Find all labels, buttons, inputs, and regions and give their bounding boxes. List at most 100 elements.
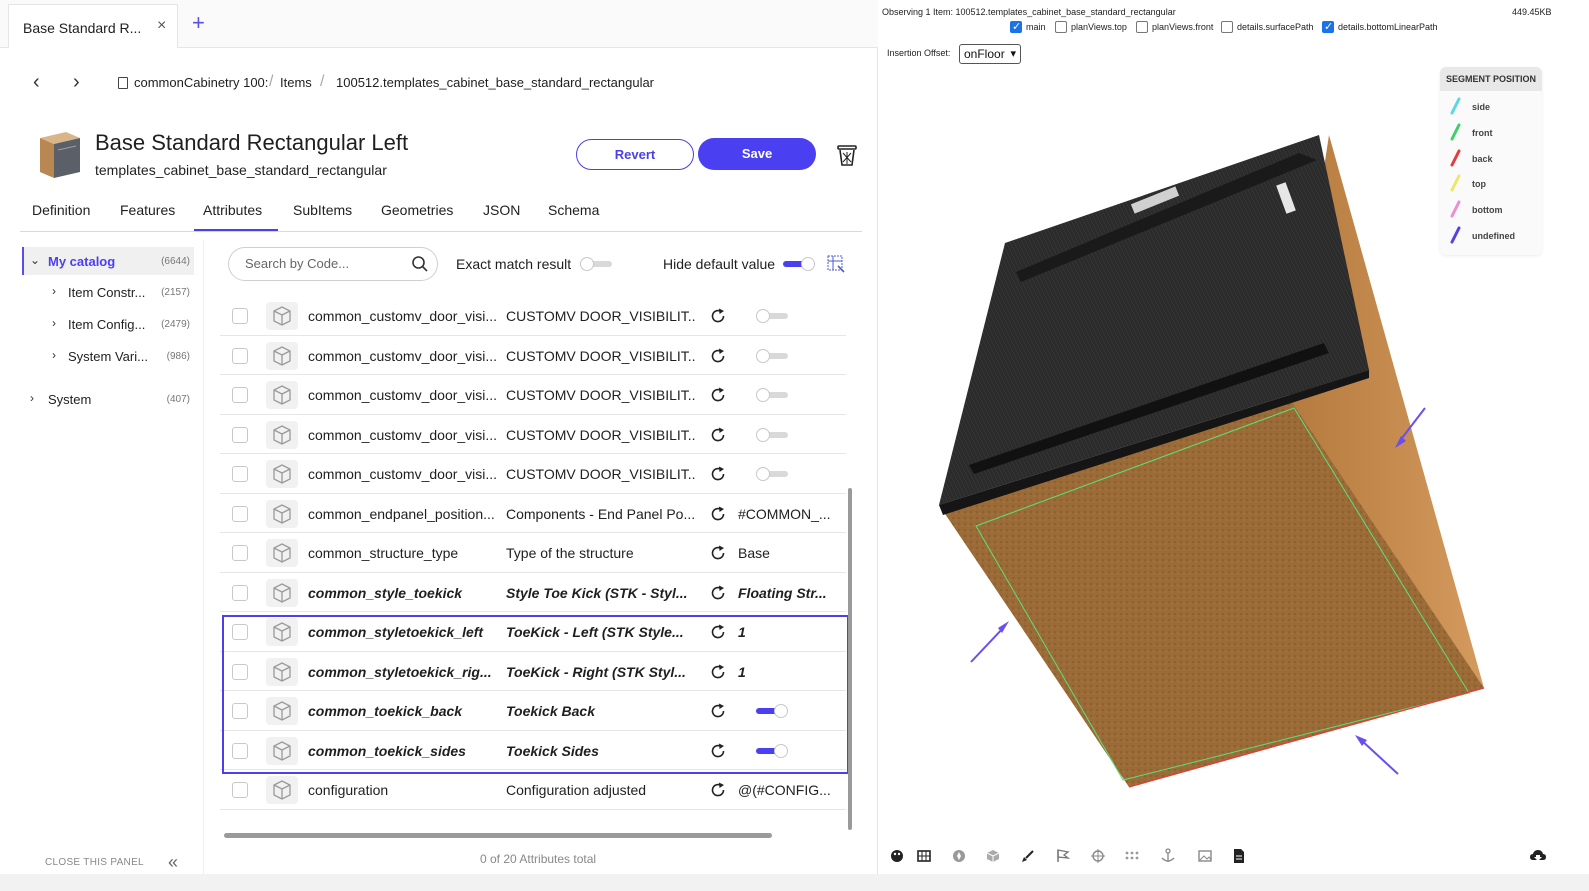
revert-button[interactable]: Revert [576,139,694,170]
chevron-right-icon[interactable]: › [30,391,34,405]
brush-icon[interactable] [1020,848,1036,864]
reset-icon[interactable] [708,662,728,682]
crosshair-icon[interactable] [1090,848,1106,864]
horizontal-scrollbar[interactable] [224,833,772,838]
table-row[interactable]: common_structure_type Type of the structu… [220,533,846,573]
exact-match-toggle[interactable] [580,257,612,271]
search-field[interactable] [228,247,438,281]
palette-icon[interactable] [889,848,905,864]
row-checkbox[interactable] [232,308,248,324]
forward-arrow-icon[interactable]: › [73,71,80,94]
document-tab[interactable]: Base Standard R... × [8,4,178,48]
table-row[interactable]: common_customv_door_visi... CUSTOMV DOOR_… [220,454,846,494]
attribute-value-toggle[interactable] [756,388,788,402]
table-row[interactable]: common_endpanel_position... Components - … [220,494,846,533]
row-checkbox[interactable] [232,624,248,640]
reset-icon[interactable] [708,622,728,642]
grid-icon[interactable] [916,848,932,864]
attribute-value[interactable]: Floating Str... [738,585,834,601]
table-row[interactable]: common_customv_door_visi... CUSTOMV DOOR_… [220,336,846,375]
reset-icon[interactable] [708,583,728,603]
row-checkbox[interactable] [232,663,248,680]
chevron-right-icon[interactable]: › [52,348,56,362]
chevron-right-icon[interactable]: › [52,316,56,330]
vertical-scrollbar[interactable] [848,488,852,830]
attribute-value-toggle[interactable] [756,467,788,481]
table-row[interactable]: common_toekick_sides Toekick Sides [220,731,846,770]
tab-schema[interactable]: Schema [548,202,599,218]
tab-geometries[interactable]: Geometries [381,202,453,218]
row-checkbox[interactable] [232,426,248,443]
back-arrow-icon[interactable]: ‹ [33,71,40,94]
attribute-value-toggle[interactable] [756,348,788,363]
attribute-value-toggle[interactable] [756,309,788,323]
tree-item-system[interactable]: › System (407) [22,385,194,413]
tab-features[interactable]: Features [120,202,175,218]
search-icon[interactable] [411,255,429,273]
reset-icon[interactable] [708,464,728,484]
attribute-value[interactable]: Base [738,545,834,561]
table-row[interactable]: common_styletoekick_rig... ToeKick - Righ… [220,652,846,691]
trash-icon[interactable] [836,143,858,167]
row-checkbox[interactable] [232,466,248,482]
tree-item-system-vari[interactable]: › System Vari... (986) [22,342,194,370]
search-input[interactable] [245,256,405,271]
table-row[interactable]: common_customv_door_visi... CUSTOMV DOOR_… [220,415,846,454]
row-checkbox[interactable] [232,742,248,759]
checkbox[interactable] [1136,21,1148,33]
attribute-value-toggle[interactable] [756,427,788,442]
row-checkbox[interactable] [232,703,248,719]
reset-icon[interactable] [708,780,728,800]
attribute-value-toggle[interactable] [756,704,788,718]
row-checkbox[interactable] [232,505,248,522]
row-checkbox[interactable] [232,545,248,561]
row-checkbox[interactable] [232,347,248,364]
attribute-value[interactable]: 1 [738,664,834,680]
cube-icon[interactable] [985,848,1001,864]
attribute-value[interactable]: #COMMON_... [738,506,834,522]
flag-icon[interactable] [1055,848,1071,864]
chevron-down-icon[interactable]: ⌄ [30,253,40,267]
table-row[interactable]: configuration Configuration adjusted @(#CO… [220,770,846,810]
anchor-icon[interactable] [1160,848,1176,864]
attribute-value[interactable]: 1 [738,624,834,640]
compass-icon[interactable] [951,848,967,864]
tab-json[interactable]: JSON [483,202,520,218]
reset-icon[interactable] [708,425,728,445]
dots-grid-icon[interactable] [1124,848,1140,864]
column-settings-icon[interactable] [827,255,845,273]
reset-icon[interactable] [708,543,728,563]
tab-definition[interactable]: Definition [32,202,90,218]
reset-icon[interactable] [708,306,728,326]
reset-icon[interactable] [708,504,728,524]
table-row[interactable]: common_style_toekick Style Toe Kick (STK … [220,573,846,612]
cloud-download-icon[interactable] [1529,848,1547,864]
checkbox[interactable] [1055,21,1067,33]
image-icon[interactable] [1197,848,1213,864]
panel-divider[interactable] [203,240,204,880]
tree-item-item-config[interactable]: › Item Config... (2479) [22,310,194,338]
attribute-value[interactable]: @(#CONFIG... [738,782,834,798]
table-row[interactable]: common_customv_door_visi... CUSTOMV DOOR_… [220,375,846,415]
reset-icon[interactable] [708,385,728,405]
checkbox[interactable] [1322,20,1334,33]
breadcrumb-catalog[interactable]: commonCabinetry 100: [134,75,268,90]
tab-attributes[interactable]: Attributes [203,202,262,218]
hide-default-toggle[interactable] [783,257,815,271]
document-icon[interactable] [1231,848,1247,864]
close-panel-link[interactable]: CLOSE THIS PANEL [45,857,144,868]
checkbox[interactable] [1221,21,1233,33]
close-tab-icon[interactable]: × [157,17,166,35]
tree-item-item-constr[interactable]: › Item Constr... (2157) [22,278,194,306]
tree-item-my-catalog[interactable]: ⌄ My catalog (6644) [22,247,194,275]
table-row[interactable]: common_styletoekick_left ToeKick - Left (… [220,612,846,652]
attribute-value-toggle[interactable] [756,743,788,758]
checkbox[interactable] [1010,20,1022,33]
table-row[interactable]: common_toekick_back Toekick Back [220,691,846,731]
reset-icon[interactable] [708,346,728,366]
breadcrumb-items[interactable]: Items [280,75,312,90]
reset-icon[interactable] [708,701,728,721]
collapse-panel-icon[interactable]: « [168,852,178,873]
row-checkbox[interactable] [232,387,248,403]
row-checkbox[interactable] [232,782,248,798]
